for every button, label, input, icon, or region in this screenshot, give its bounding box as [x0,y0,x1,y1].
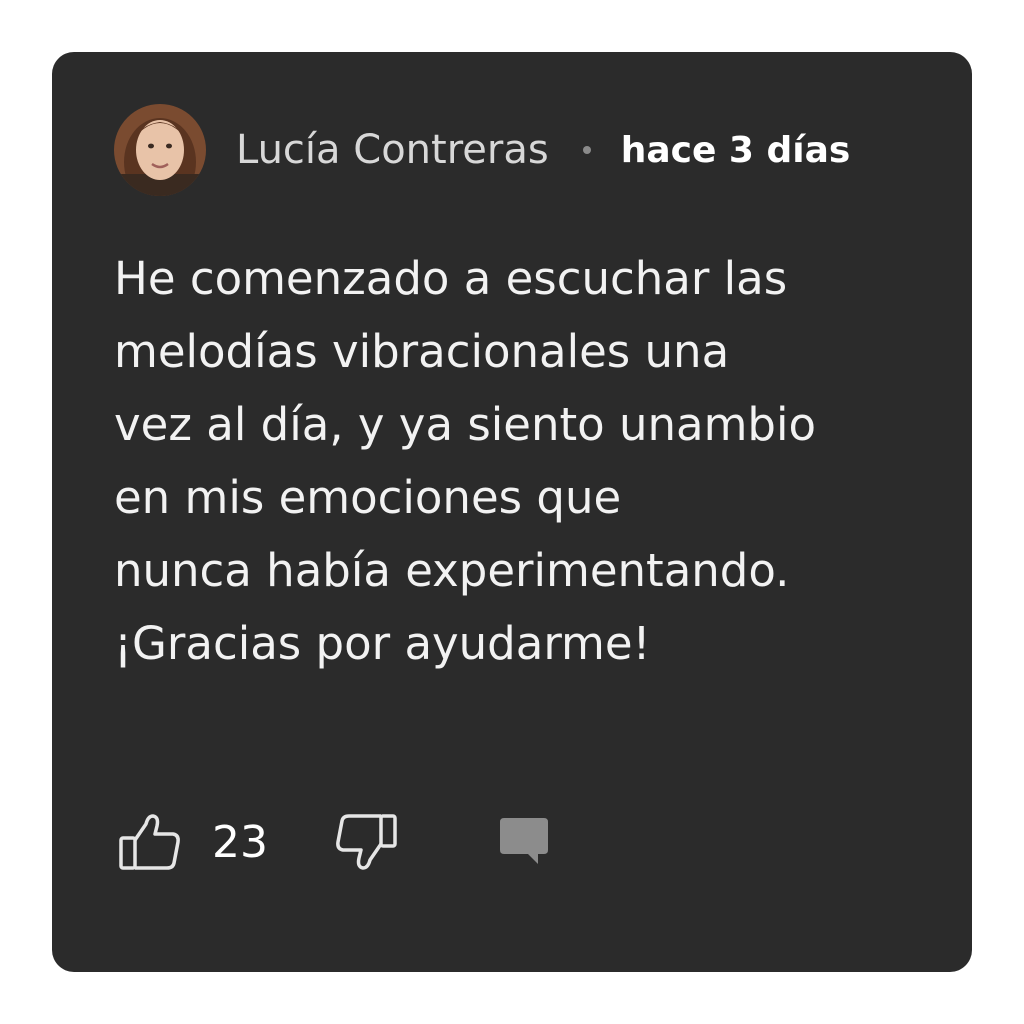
comment-bubble-icon [500,818,548,864]
comment-card: Lucía Contreras hace 3 días He comenzado… [52,52,972,972]
dislike-button[interactable] [334,812,398,872]
reply-button[interactable] [498,816,550,868]
comment-text-line: en mis emociones que [114,471,622,524]
thumbs-up-icon [119,814,180,870]
like-button[interactable] [118,812,182,872]
comment-text-line: nunca había experimentando. [114,544,790,597]
thumbs-down-icon [336,814,397,870]
comment-text-line: vez al día, y ya siento unambio [114,398,817,451]
comment-text: He comenzado a escuchar las melodías vib… [114,242,914,680]
like-count: 23 [212,816,268,868]
comment-header: Lucía Contreras hace 3 días [114,100,850,200]
comment-actions: 23 [118,812,550,872]
comment-text-line: ¡Gracias por ayudarme! [114,617,651,670]
author-name[interactable]: Lucía Contreras [236,127,549,173]
comment-timestamp: hace 3 días [620,129,851,171]
separator-dot [582,146,591,154]
avatar[interactable] [114,104,206,196]
comment-text-line: He comenzado a escuchar las [114,252,788,305]
comment-text-line: melodías vibracionales una [114,325,730,378]
